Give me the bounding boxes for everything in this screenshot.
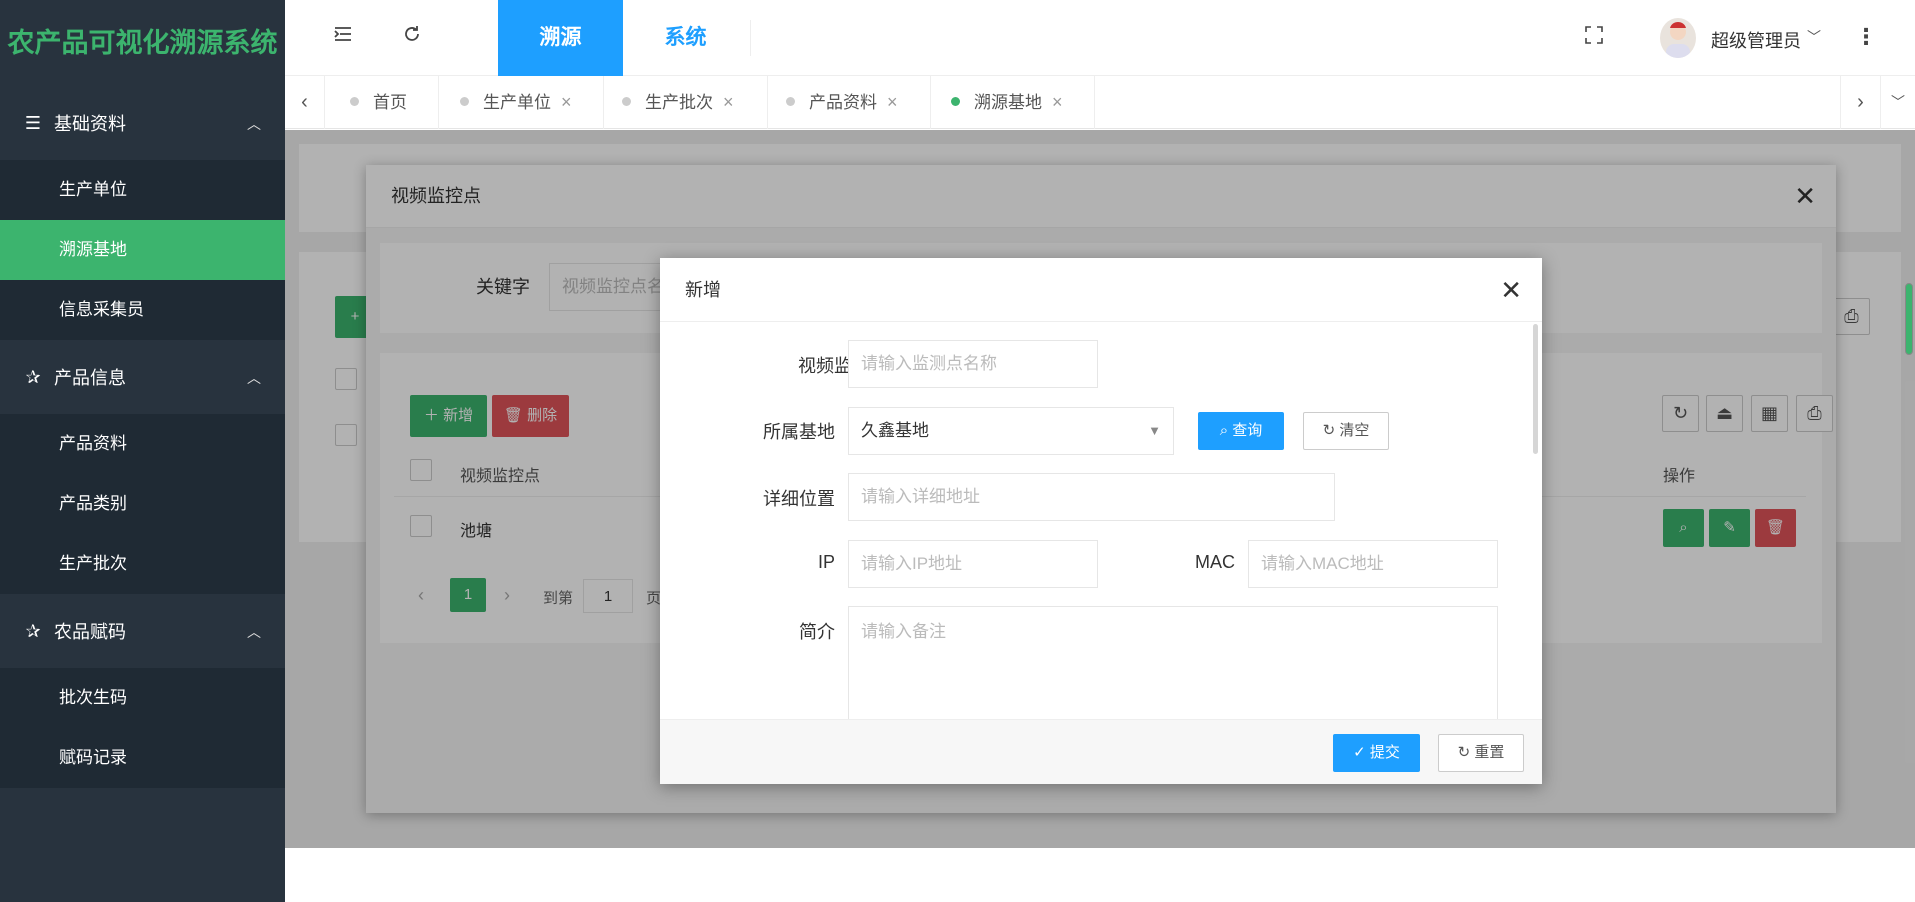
nav-tab-product-info[interactable]: 产品资料 ×: [768, 76, 931, 129]
monitor-point-input[interactable]: [848, 340, 1098, 388]
chevron-up-icon: ︿: [247, 370, 261, 386]
sidebar-group-label: 农品赋码: [54, 622, 126, 642]
clear-button[interactable]: ↻ 清空: [1303, 412, 1389, 450]
chevron-left-icon[interactable]: ‹: [285, 76, 325, 129]
sidebar-item-code-record[interactable]: 赋码记录: [0, 728, 285, 788]
close-icon[interactable]: ×: [561, 92, 572, 112]
base-select-value: 久鑫基地: [861, 421, 929, 440]
nav-tab-label: 生产批次: [645, 93, 713, 112]
app-logo-title: 农产品可视化溯源系统: [0, 0, 285, 86]
sidebar-submenu-basic: 生产单位 溯源基地 信息采集员: [0, 160, 285, 340]
page-scrollbar[interactable]: [1905, 283, 1913, 355]
nav-tab-production-batch[interactable]: 生产批次 ×: [604, 76, 768, 129]
sidebar-item-product-info[interactable]: 产品资料: [0, 414, 285, 474]
tab-dot: [786, 97, 795, 107]
sidebar-item-collector[interactable]: 信息采集员: [0, 280, 285, 340]
chevron-down-icon[interactable]: ﹀: [1880, 76, 1915, 129]
query-button-label: 查询: [1232, 422, 1263, 439]
refresh-icon: ↻: [1457, 744, 1471, 761]
menu-fold-icon[interactable]: [333, 24, 353, 50]
refresh-icon[interactable]: [402, 24, 422, 50]
close-icon[interactable]: ✕: [1500, 258, 1522, 322]
refresh-icon: ↻: [1322, 422, 1336, 439]
sidebar-group-product[interactable]: ✰ 产品信息 ︿: [0, 340, 285, 414]
ip-label: IP: [817, 552, 835, 572]
nav-tab-label: 产品资料: [809, 93, 877, 112]
query-button[interactable]: ⌕ 查询: [1198, 412, 1284, 450]
list-icon: ☰: [24, 112, 42, 133]
location-input[interactable]: [848, 473, 1335, 521]
reset-button[interactable]: ↻ 重置: [1438, 734, 1524, 772]
mac-input[interactable]: [1248, 540, 1498, 588]
sidebar-item-production-batch[interactable]: 生产批次: [0, 534, 285, 594]
chevron-down-icon[interactable]: ﹀: [1807, 27, 1821, 47]
divider: [750, 20, 751, 56]
more-icon[interactable]: ⋮: [1855, 24, 1877, 50]
sidebar-group-coding[interactable]: ✰ 农品赋码 ︿: [0, 594, 285, 668]
nav-tab-production-unit[interactable]: 生产单位 ×: [440, 76, 604, 129]
close-icon[interactable]: ×: [723, 92, 734, 112]
chevron-up-icon: ︿: [247, 624, 261, 640]
search-icon: ⌕: [1219, 422, 1229, 439]
submit-button[interactable]: ✓ 提交: [1333, 734, 1420, 772]
base-label: 所属基地: [763, 422, 835, 442]
nav-tab-label: 生产单位: [483, 93, 551, 112]
nav-tabs-bar: ‹ 首页 生产单位 × 生产批次 × 产品资料 × 溯源基地 × › ﹀: [285, 76, 1915, 129]
sidebar-item-production-unit[interactable]: 生产单位: [0, 160, 285, 220]
intro-textarea[interactable]: [848, 606, 1498, 721]
tab-dot: [622, 97, 631, 107]
sidebar-item-product-category[interactable]: 产品类别: [0, 474, 285, 534]
nav-tab-label: 溯源基地: [974, 93, 1042, 112]
clear-button-label: 清空: [1339, 422, 1370, 439]
dialog-title: 新增: [685, 280, 721, 300]
star-icon: ✰: [25, 620, 41, 641]
fullscreen-icon[interactable]: [1585, 24, 1603, 50]
tab-dot: [350, 97, 359, 107]
sidebar-submenu-coding: 批次生码 赋码记录: [0, 668, 285, 788]
check-icon: ✓: [1353, 744, 1366, 761]
intro-label: 简介: [799, 622, 835, 642]
sidebar-group-basic[interactable]: ☰ 基础资料 ︿: [0, 86, 285, 160]
ip-input[interactable]: [848, 540, 1098, 588]
dialog-header: 新增 ✕: [660, 258, 1542, 322]
close-icon[interactable]: ×: [1052, 92, 1063, 112]
close-icon[interactable]: ×: [887, 92, 898, 112]
base-select[interactable]: 久鑫基地 ▼: [848, 407, 1174, 455]
sidebar-submenu-product: 产品资料 产品类别 生产批次: [0, 414, 285, 594]
user-name[interactable]: 超级管理员: [1711, 27, 1801, 53]
mac-label: MAC: [1195, 552, 1235, 572]
star-icon: ✰: [25, 366, 41, 387]
caret-down-icon: ▼: [1148, 423, 1161, 438]
nav-tab-label: 首页: [373, 93, 407, 112]
reset-button-label: 重置: [1474, 744, 1505, 761]
add-dialog: 新增 ✕ 视频监控点* 所属基地 久鑫基地 ▼ ⌕ 查询 ↻ 清空 详细位置 I…: [660, 258, 1542, 784]
avatar[interactable]: [1660, 18, 1696, 58]
sidebar: 农产品可视化溯源系统 ☰ 基础资料 ︿ 生产单位 溯源基地 信息采集员 ✰ 产品…: [0, 0, 285, 902]
dialog-footer: ✓ 提交 ↻ 重置: [660, 719, 1542, 784]
top-bar: 溯源 系统 超级管理员 ﹀ ⋮: [285, 0, 1915, 76]
nav-tab-home[interactable]: 首页: [325, 76, 439, 129]
chevron-up-icon: ︿: [247, 116, 261, 132]
sidebar-group-label: 基础资料: [54, 114, 126, 134]
sidebar-group-label: 产品信息: [54, 368, 126, 388]
nav-tab-trace-base[interactable]: 溯源基地 ×: [931, 76, 1095, 129]
tab-dot-active: [951, 97, 960, 107]
location-label: 详细位置: [763, 489, 835, 509]
tab-dot: [460, 97, 469, 107]
submit-button-label: 提交: [1369, 744, 1400, 761]
scrollbar[interactable]: [1533, 324, 1538, 454]
tab-trace[interactable]: 溯源: [498, 0, 623, 76]
tab-system[interactable]: 系统: [623, 0, 748, 76]
chevron-right-icon[interactable]: ›: [1840, 76, 1880, 129]
sidebar-item-trace-base[interactable]: 溯源基地: [0, 220, 285, 280]
sidebar-item-batch-code[interactable]: 批次生码: [0, 668, 285, 728]
